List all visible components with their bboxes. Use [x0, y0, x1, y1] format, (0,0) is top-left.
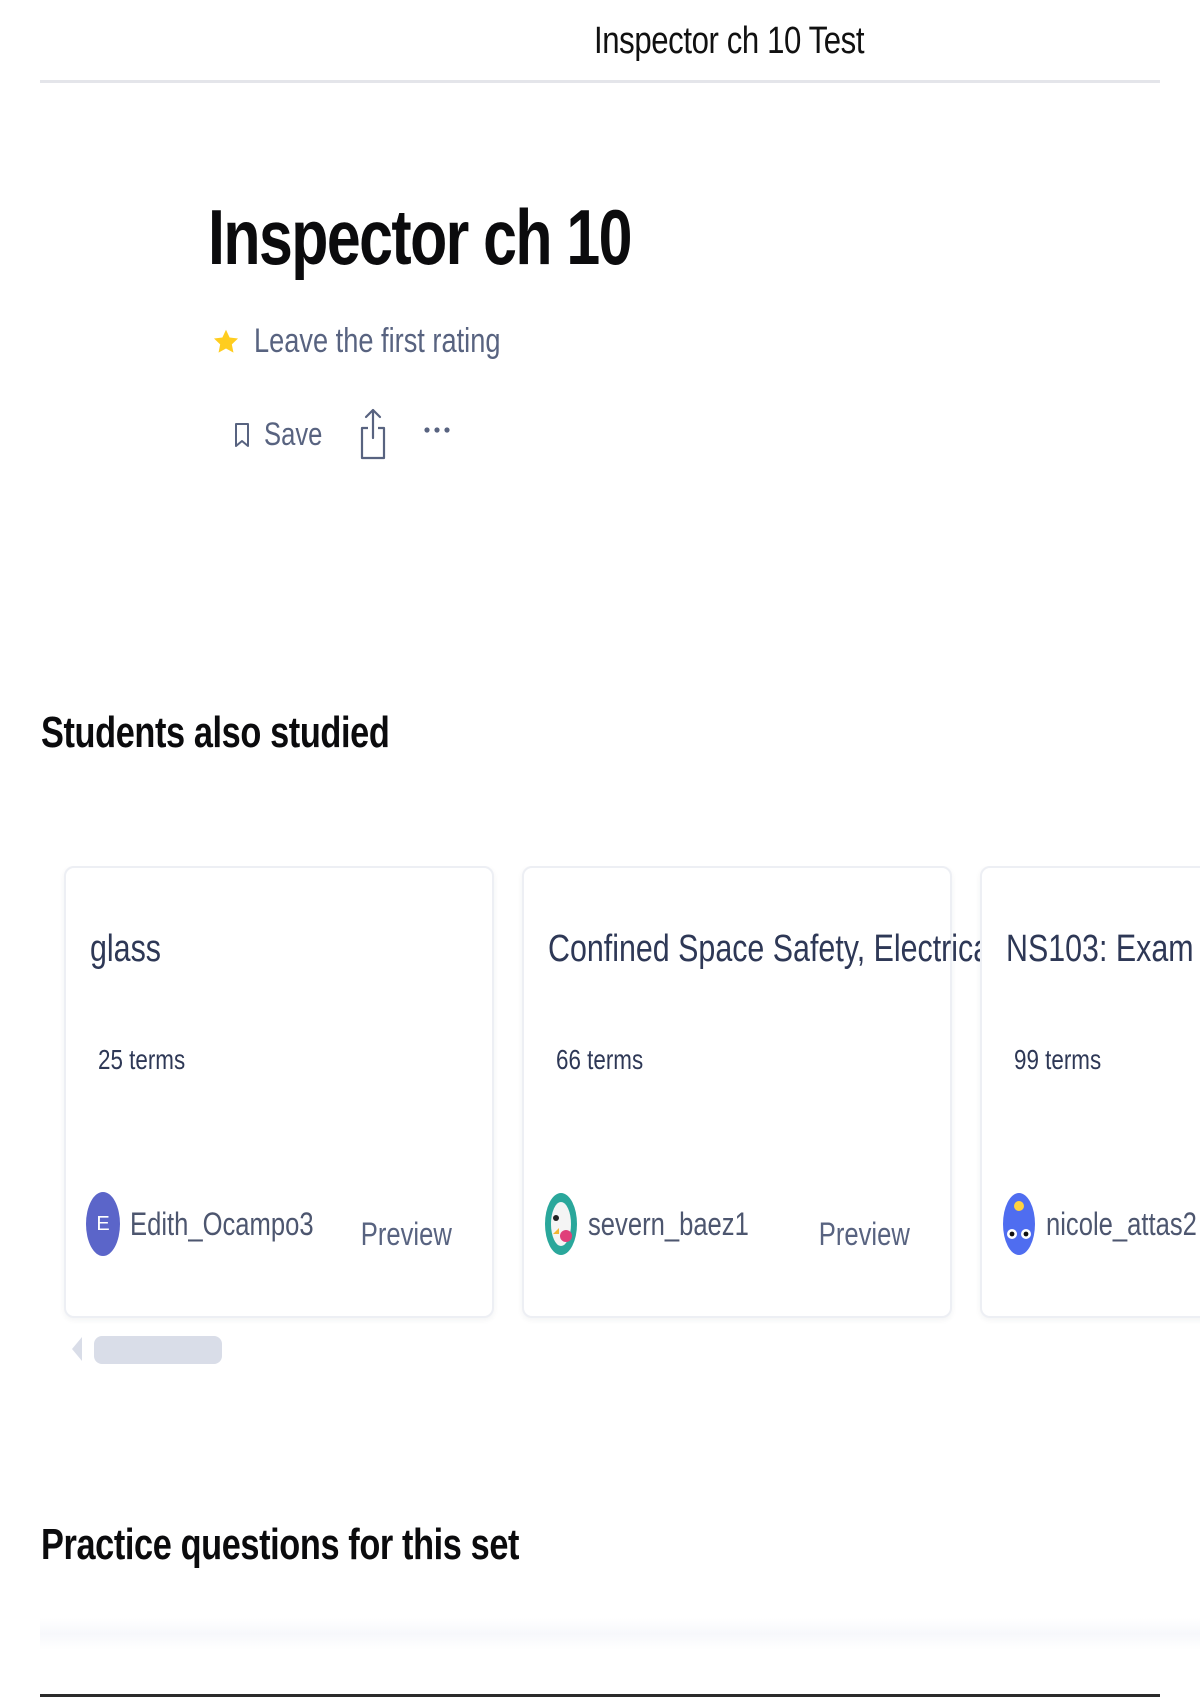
practice-questions-placeholder — [40, 1618, 1200, 1650]
card-title: glass — [90, 928, 161, 970]
carousel-scrollbar[interactable] — [70, 1334, 230, 1364]
card-author[interactable]: E Edith_Ocampo3 — [86, 1192, 359, 1256]
save-label: Save — [264, 416, 323, 452]
bottom-divider — [40, 1694, 1160, 1697]
header-divider — [40, 80, 1160, 83]
avatar-letter: E — [96, 1212, 110, 1235]
preview-button[interactable]: Preview — [819, 1216, 910, 1253]
card-term-count: 66 terms — [556, 1044, 644, 1075]
avatar — [545, 1193, 577, 1255]
avatar — [1003, 1193, 1035, 1255]
scroll-thumb[interactable] — [94, 1336, 222, 1364]
share-icon[interactable] — [358, 406, 388, 462]
card-term-count: 25 terms — [98, 1044, 186, 1075]
set-title: Inspector ch 10 — [208, 193, 632, 281]
more-options-icon[interactable] — [422, 424, 452, 436]
study-set-card[interactable]: Confined Space Safety, Electrical H... 6… — [522, 866, 1053, 1318]
card-title: Confined Space Safety, Electrical H... — [548, 928, 1053, 970]
rating-label: Leave the first rating — [254, 322, 501, 360]
set-actions: Save — [234, 406, 474, 462]
study-set-card[interactable]: NS103: Exam #3 99 terms nicole_attas2 — [980, 866, 1200, 1318]
star-icon — [213, 329, 239, 353]
page-header: Inspector ch 10 Test — [0, 0, 1200, 84]
card-term-count: 99 terms — [1014, 1044, 1102, 1075]
scroll-left-arrow-icon[interactable] — [70, 1336, 84, 1362]
save-button[interactable]: Save — [234, 416, 337, 453]
author-name: Edith_Ocampo3 — [130, 1205, 314, 1242]
practice-questions-heading: Practice questions for this set — [41, 1520, 520, 1569]
card-title: NS103: Exam #3 — [1006, 928, 1200, 970]
card-author[interactable]: severn_baez1 — [544, 1192, 789, 1256]
document-title: Inspector ch 10 Test — [594, 20, 865, 62]
rating-link[interactable]: Leave the first rating — [212, 322, 562, 361]
students-also-studied-heading: Students also studied — [41, 708, 390, 757]
author-name: severn_baez1 — [588, 1205, 749, 1242]
author-name: nicole_attas2 — [1046, 1205, 1197, 1242]
bookmark-icon — [235, 422, 249, 447]
students-also-studied-carousel: glass 25 terms E Edith_Ocampo3 Preview C… — [0, 866, 1200, 1326]
card-author[interactable]: nicole_attas2 — [1002, 1192, 1200, 1256]
avatar: E — [86, 1192, 120, 1256]
study-set-card[interactable]: glass 25 terms E Edith_Ocampo3 Preview — [64, 866, 494, 1318]
preview-button[interactable]: Preview — [361, 1216, 452, 1253]
